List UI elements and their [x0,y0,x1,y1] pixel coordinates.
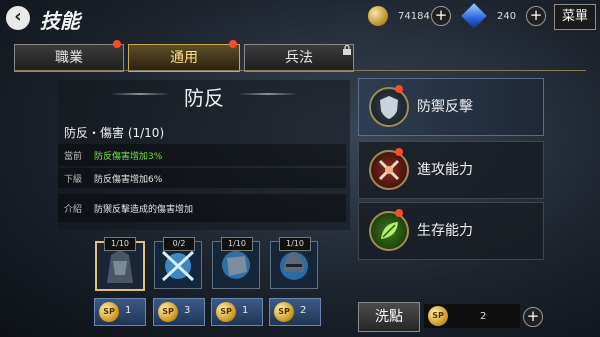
sp-coin-icon: SP [158,302,178,322]
intro-label: 介紹 [64,205,83,215]
sp-cost: 2 [300,305,307,316]
skill-points: 2 [480,311,487,322]
lock-icon [342,40,352,55]
category-label: 進攻能力 [417,162,473,178]
skill-level: 1/10 [279,237,311,251]
reset-points-button[interactable]: 洗點 [358,302,420,332]
next-label: 下級 [64,175,83,185]
current-row: 當前 防反傷害增加3% [58,144,346,166]
skill-name: 防反・傷害 (1/10) [64,126,165,140]
tab-label: 職業 [55,50,83,66]
sp-coin-icon: SP [274,302,294,322]
sp-coin-icon: SP [99,302,119,322]
tab-label: 兵法 [285,50,313,66]
upgrade-button[interactable]: SP 1 [94,298,146,326]
current-label: 當前 [64,152,83,162]
sp-cost: 1 [242,305,249,316]
gold-coin-icon [368,6,388,26]
shield-icon [369,87,409,127]
current-value: 防反傷害增加3% [94,152,163,162]
detail-title: 防反 [184,86,224,110]
menu-button[interactable]: 菜單 [554,4,596,30]
upgrade-button[interactable]: SP 3 [153,298,205,326]
intro-value: 防禦反擊造成的傷害增加 [94,205,194,215]
back-button[interactable]: ‹ [6,6,30,30]
category-defense-counter[interactable]: 防禦反擊 [358,78,544,136]
intro-row: 介紹 防禦反擊造成的傷害增加 [58,194,346,222]
gold-count: 74184 [398,11,430,22]
category-badge [395,148,403,156]
category-attack[interactable]: 進攻能力 [358,141,544,199]
add-points-button[interactable]: + [523,307,543,327]
skill-level: 0/2 [163,237,195,251]
add-gold-button[interactable]: + [431,6,451,26]
skill-level: 1/10 [104,237,136,251]
tab-label: 通用 [170,50,198,66]
upgrade-button[interactable]: SP 2 [269,298,321,326]
category-badge [395,85,403,93]
tab-underline [14,70,586,71]
category-label: 生存能力 [417,223,473,239]
chevron-left-icon: ‹ [14,6,22,27]
diamond-icon [461,3,487,29]
upgrade-button[interactable]: SP 1 [211,298,263,326]
tab-general-badge [229,40,237,48]
sp-coin-icon: SP [216,302,236,322]
next-value: 防反傷害增加6% [94,175,163,185]
skill-level: 1/10 [221,237,253,251]
tab-tactics[interactable]: 兵法 [244,44,354,72]
swords-icon [369,150,409,190]
category-survival[interactable]: 生存能力 [358,202,544,260]
gem-count: 240 [497,11,517,22]
tab-class-badge [113,40,121,48]
tab-general[interactable]: 通用 [128,44,240,72]
sp-cost: 1 [125,305,132,316]
category-badge [395,209,403,217]
tab-class[interactable]: 職業 [14,44,124,72]
next-row: 下級 防反傷害增加6% [58,168,346,188]
leaf-icon [369,211,409,251]
top-bar: ‹ 技能 74184 + 240 + 菜單 [0,0,600,34]
sp-coin-icon: SP [428,306,448,326]
category-label: 防禦反擊 [417,99,473,115]
sp-cost: 3 [184,305,191,316]
page-title: 技能 [40,9,80,33]
add-gem-button[interactable]: + [526,6,546,26]
